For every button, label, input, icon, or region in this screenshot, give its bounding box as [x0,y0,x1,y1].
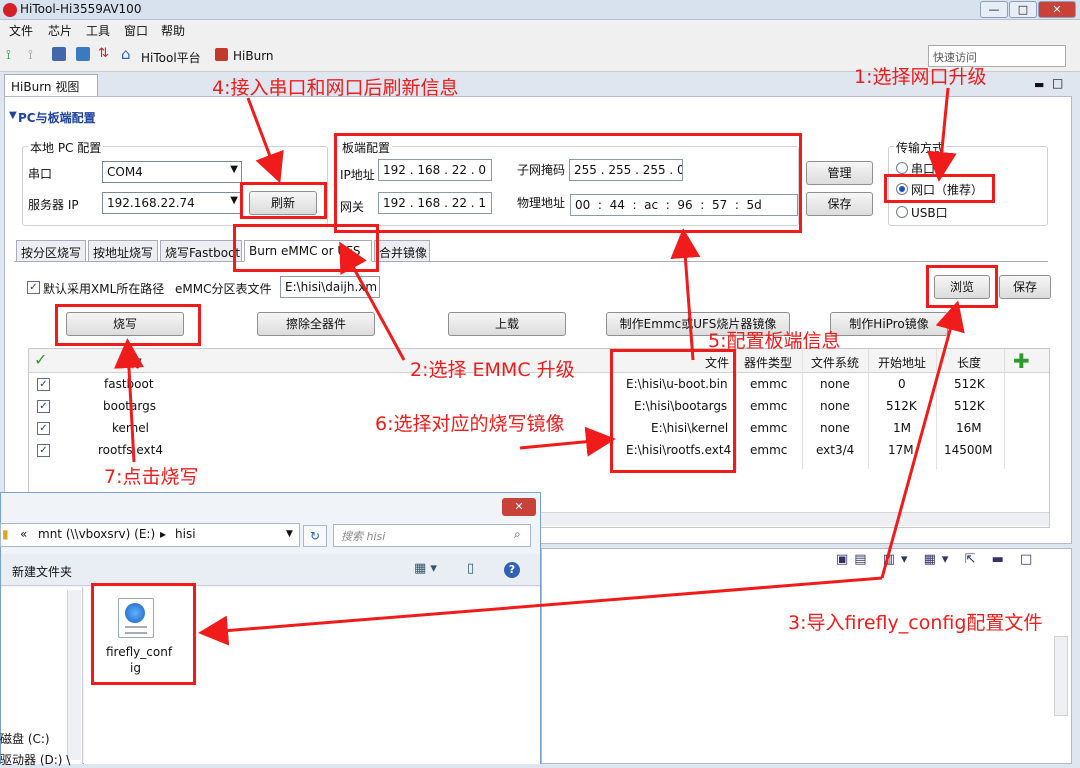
annotation-4: 4:接入串口和网口后刷新信息 [212,77,459,99]
arrow-6 [519,426,616,457]
arrow-7 [113,338,144,463]
arrow-2 [339,241,406,361]
arrow-3b [880,300,965,579]
annotation-1: 1:选择网口升级 [854,66,987,88]
annotation-7: 7:点击烧写 [104,466,199,488]
arrow-5 [670,228,701,361]
arrow-3 [198,576,883,646]
annotation-arrows [113,87,965,646]
arrow-4 [246,97,284,184]
annotation-2: 2:选择 EMMC 升级 [410,359,575,381]
annotation-3: 3:导入firefly_config配置文件 [788,612,1043,634]
annotation-5: 5:配置板端信息 [708,330,841,352]
arrow-1 [926,87,957,182]
annotation-6: 6:选择对应的烧写镜像 [375,413,565,435]
